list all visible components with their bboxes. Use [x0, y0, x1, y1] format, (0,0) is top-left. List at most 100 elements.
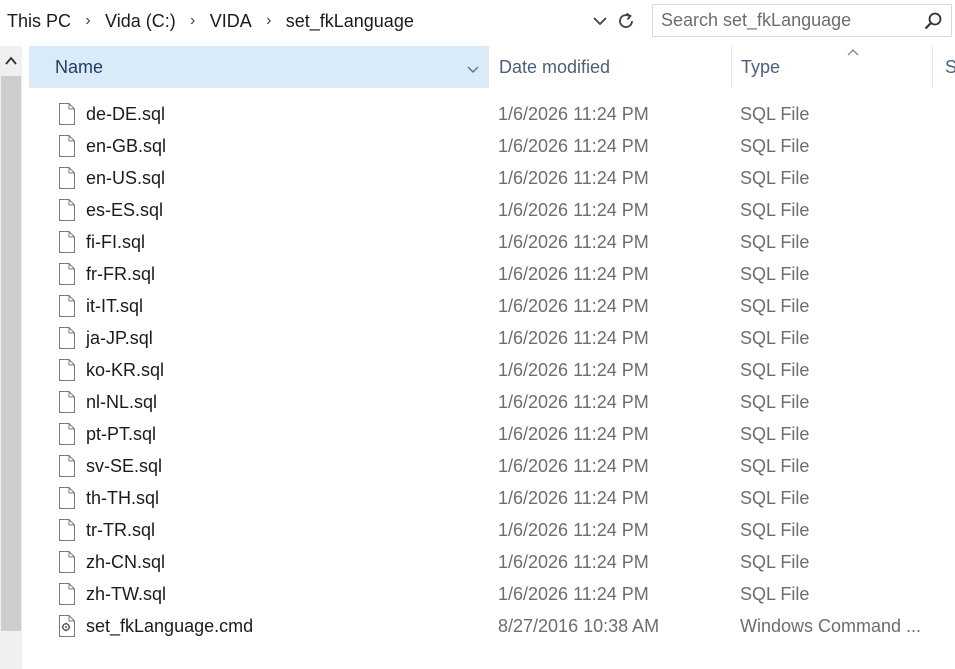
file-date-modified: 1/6/2026 11:24 PM [498, 456, 649, 476]
file-row[interactable]: sv-SE.sql 1/6/2026 11:24 PM SQL File [22, 450, 955, 482]
breadcrumb-set-fklanguage[interactable]: set_fkLanguage [284, 11, 416, 32]
file-type: SQL File [740, 232, 810, 252]
file-row[interactable]: zh-TW.sql 1/6/2026 11:24 PM SQL File [22, 578, 955, 610]
column-type[interactable]: Type [731, 46, 932, 88]
file-name[interactable]: nl-NL.sql [86, 392, 157, 413]
file-name[interactable]: es-ES.sql [86, 200, 163, 221]
column-size[interactable]: Si [932, 46, 955, 88]
file-type: SQL File [740, 200, 810, 220]
file-row[interactable]: es-ES.sql 1/6/2026 11:24 PM SQL File [22, 194, 955, 226]
file-row[interactable]: ko-KR.sql 1/6/2026 11:24 PM SQL File [22, 354, 955, 386]
file-row[interactable]: en-GB.sql 1/6/2026 11:24 PM SQL File [22, 130, 955, 162]
breadcrumb-vida-drive[interactable]: Vida (C:) [103, 11, 178, 32]
file-type: SQL File [740, 168, 810, 188]
file-name[interactable]: set_fkLanguage.cmd [86, 616, 253, 637]
file-type: SQL File [740, 360, 810, 380]
document-icon [58, 390, 76, 414]
document-icon [58, 550, 76, 574]
vertical-scrollbar[interactable] [0, 46, 22, 669]
file-name[interactable]: en-GB.sql [86, 136, 166, 157]
column-name[interactable]: Name [29, 46, 488, 88]
file-row[interactable]: zh-CN.sql 1/6/2026 11:24 PM SQL File [22, 546, 955, 578]
document-icon [58, 102, 76, 126]
scrollbar-thumb[interactable] [1, 76, 21, 631]
file-row[interactable]: en-US.sql 1/6/2026 11:24 PM SQL File [22, 162, 955, 194]
breadcrumb-this-pc[interactable]: This PC [5, 11, 73, 32]
file-date-modified: 1/6/2026 11:24 PM [498, 584, 649, 604]
search-box[interactable] [652, 4, 952, 37]
file-type: Windows Command ... [740, 616, 922, 636]
document-icon [58, 326, 76, 350]
file-row[interactable]: de-DE.sql 1/6/2026 11:24 PM SQL File [22, 98, 955, 130]
breadcrumb-separator-icon[interactable]: › [254, 12, 284, 30]
file-row[interactable]: fr-FR.sql 1/6/2026 11:24 PM SQL File [22, 258, 955, 290]
document-icon [58, 518, 76, 542]
breadcrumb-vida-folder[interactable]: VIDA [208, 11, 254, 32]
file-name[interactable]: zh-TW.sql [86, 584, 166, 605]
column-type-label: Type [741, 56, 781, 77]
file-date-modified: 1/6/2026 11:24 PM [498, 488, 649, 508]
file-date-modified: 1/6/2026 11:24 PM [498, 200, 649, 220]
file-row[interactable]: set_fkLanguage.cmd 8/27/2016 10:38 AM Wind… [22, 610, 955, 642]
file-name[interactable]: en-US.sql [86, 168, 165, 189]
file-date-modified: 1/6/2026 11:24 PM [498, 168, 649, 188]
file-name[interactable]: de-DE.sql [86, 104, 165, 125]
refresh-icon[interactable] [614, 9, 638, 33]
file-type: SQL File [740, 392, 810, 412]
file-name[interactable]: fr-FR.sql [86, 264, 155, 285]
file-name[interactable]: it-IT.sql [86, 296, 143, 317]
file-type: SQL File [740, 104, 810, 124]
file-row[interactable]: fi-FI.sql 1/6/2026 11:24 PM SQL File [22, 226, 955, 258]
file-row[interactable]: ja-JP.sql 1/6/2026 11:24 PM SQL File [22, 322, 955, 354]
address-bar[interactable]: This PC › Vida (C:) › VIDA › set_fkLangu… [0, 0, 640, 42]
document-icon [58, 358, 76, 382]
file-row[interactable]: it-IT.sql 1/6/2026 11:24 PM SQL File [22, 290, 955, 322]
address-history-chevron-down-icon[interactable] [590, 11, 610, 31]
file-date-modified: 1/6/2026 11:24 PM [498, 520, 649, 540]
file-name[interactable]: tr-TR.sql [86, 520, 155, 541]
column-date-label: Date modified [499, 56, 611, 77]
file-row[interactable]: th-TH.sql 1/6/2026 11:24 PM SQL File [22, 482, 955, 514]
document-icon [58, 230, 76, 254]
column-header: Name Date modified Type Si [22, 46, 955, 88]
file-name[interactable]: ja-JP.sql [86, 328, 153, 349]
file-type: SQL File [740, 136, 810, 156]
file-name[interactable]: zh-CN.sql [86, 552, 165, 573]
file-name[interactable]: th-TH.sql [86, 488, 159, 509]
search-icon[interactable] [923, 11, 943, 31]
file-name[interactable]: fi-FI.sql [86, 232, 145, 253]
file-type: SQL File [740, 520, 810, 540]
file-date-modified: 1/6/2026 11:24 PM [498, 296, 649, 316]
file-date-modified: 1/6/2026 11:24 PM [498, 392, 649, 412]
file-date-modified: 8/27/2016 10:38 AM [498, 616, 660, 636]
column-name-label: Name [55, 56, 104, 77]
file-name[interactable]: pt-PT.sql [86, 424, 156, 445]
file-name[interactable]: sv-SE.sql [86, 456, 162, 477]
file-row[interactable]: tr-TR.sql 1/6/2026 11:24 PM SQL File [22, 514, 955, 546]
document-icon [58, 582, 76, 606]
file-type: SQL File [740, 456, 810, 476]
document-icon [58, 262, 76, 286]
breadcrumb: This PC › Vida (C:) › VIDA › set_fkLangu… [0, 0, 416, 42]
file-type: SQL File [740, 328, 810, 348]
column-date-modified[interactable]: Date modified [488, 46, 731, 88]
file-date-modified: 1/6/2026 11:24 PM [498, 360, 649, 380]
command-script-icon [58, 614, 76, 638]
document-icon [58, 486, 76, 510]
file-date-modified: 1/6/2026 11:24 PM [498, 264, 649, 284]
document-icon [58, 166, 76, 190]
file-date-modified: 1/6/2026 11:24 PM [498, 424, 649, 444]
file-row[interactable]: nl-NL.sql 1/6/2026 11:24 PM SQL File [22, 386, 955, 418]
breadcrumb-separator-icon[interactable]: › [73, 12, 103, 30]
file-date-modified: 1/6/2026 11:24 PM [498, 136, 649, 156]
file-type: SQL File [740, 296, 810, 316]
document-icon [58, 294, 76, 318]
scroll-up-arrow-icon[interactable] [0, 46, 22, 76]
file-type: SQL File [740, 552, 810, 572]
column-filter-chevron-down-icon[interactable] [466, 60, 480, 74]
file-type: SQL File [740, 264, 810, 284]
search-input[interactable] [661, 5, 911, 36]
file-row[interactable]: pt-PT.sql 1/6/2026 11:24 PM SQL File [22, 418, 955, 450]
file-name[interactable]: ko-KR.sql [86, 360, 164, 381]
breadcrumb-separator-icon[interactable]: › [178, 12, 208, 30]
